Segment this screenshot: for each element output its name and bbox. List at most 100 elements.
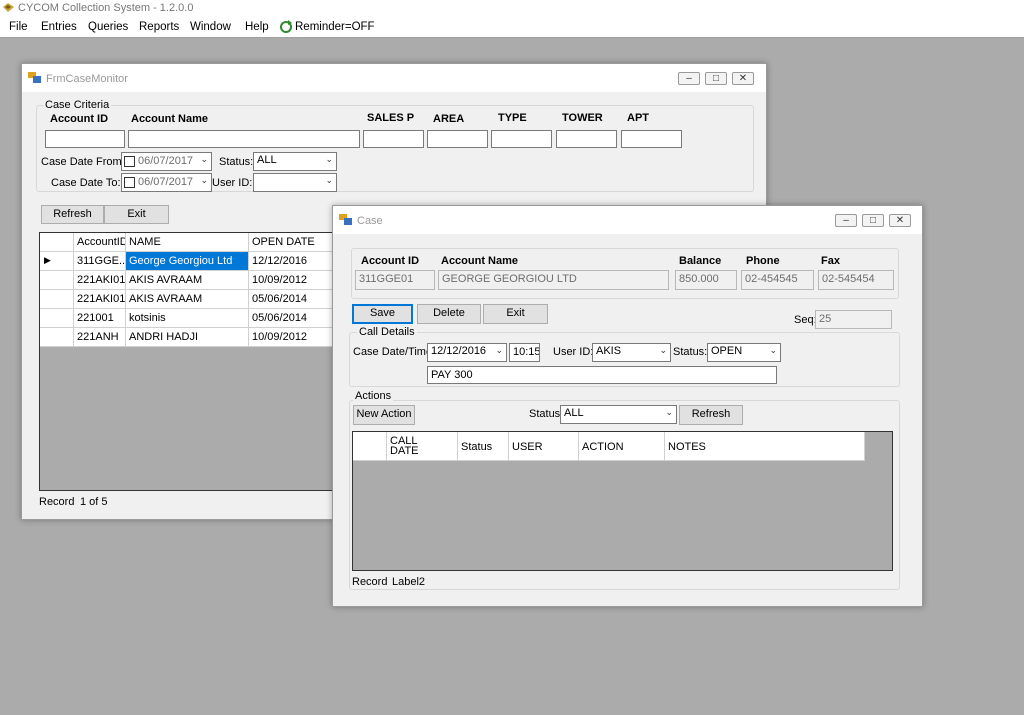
actions-refresh-button[interactable]: Refresh	[679, 405, 743, 425]
menu-queries[interactable]: Queries	[88, 21, 128, 33]
column-header-user[interactable]: USER	[509, 432, 579, 461]
table-cell[interactable]: 221001	[74, 309, 126, 328]
phone-header: Phone	[746, 255, 780, 267]
userid-select[interactable]: ⌄	[253, 173, 337, 192]
menu-window[interactable]: Window	[190, 21, 231, 33]
row-header[interactable]	[40, 271, 74, 290]
account-name-field: GEORGE GEORGIOU LTD	[438, 270, 669, 290]
case-monitor-titlebar[interactable]: FrmCaseMonitor – □ ✕	[22, 64, 766, 92]
restore-button[interactable]: □	[862, 214, 884, 227]
table-cell[interactable]: AKIS AVRAAM	[126, 271, 249, 290]
chevron-down-icon: ⌄	[200, 154, 208, 164]
menu-file[interactable]: File	[9, 21, 28, 33]
close-button[interactable]: ✕	[732, 72, 754, 85]
minimize-button[interactable]: –	[835, 214, 857, 227]
exit-button[interactable]: Exit	[104, 205, 169, 224]
new-action-button[interactable]: New Action	[353, 405, 415, 425]
seq-label: Seq:	[794, 314, 817, 326]
userid-label: User ID:	[553, 346, 594, 358]
userid-select[interactable]: AKIS ⌄	[592, 343, 671, 362]
actions-label: Actions	[353, 390, 394, 402]
note-input[interactable]: PAY 300	[427, 366, 777, 384]
case-window: Case – □ ✕ Account ID Account Name Balan…	[332, 205, 923, 607]
table-cell[interactable]: AKIS AVRAAM	[126, 290, 249, 309]
save-button[interactable]: Save	[352, 304, 413, 324]
case-date-picker[interactable]: 12/12/2016 ⌄	[427, 343, 507, 362]
date-to-checkbox[interactable]	[124, 177, 135, 188]
date-to-picker[interactable]: 06/07/2017 ⌄	[121, 173, 212, 192]
column-header-action[interactable]: ACTION	[579, 432, 665, 461]
table-cell[interactable]: George Georgiou Ltd	[126, 252, 249, 271]
tower-input[interactable]	[556, 130, 617, 148]
actions-grid: CALL DATE Status USER ACTION NOTES	[352, 431, 893, 571]
chevron-down-icon: ⌄	[325, 175, 333, 185]
close-button[interactable]: ✕	[889, 214, 911, 227]
menu-help[interactable]: Help	[245, 21, 269, 33]
close-icon: ✕	[895, 215, 905, 226]
table-cell[interactable]: 221AKI01	[74, 271, 126, 290]
minimize-icon: –	[686, 73, 692, 84]
account-name-input[interactable]	[128, 130, 360, 148]
row-header-selected[interactable]: ▶	[40, 252, 74, 271]
account-id-header: Account ID	[50, 113, 109, 125]
refresh-button[interactable]: Refresh	[41, 205, 104, 224]
userid-value: AKIS	[596, 345, 622, 357]
table-cell[interactable]: 311GGE...	[74, 252, 126, 271]
area-header: AREA	[433, 113, 465, 125]
date-from-checkbox[interactable]	[124, 156, 135, 167]
record-counter: Label2	[392, 576, 426, 588]
status-select[interactable]: ALL ⌄	[253, 152, 337, 171]
grid-corner	[353, 432, 387, 461]
column-header-name[interactable]: NAME	[126, 233, 249, 252]
call-details-label: Call Details	[357, 326, 417, 338]
chevron-down-icon: ⌄	[325, 154, 333, 164]
userid-label: User ID:	[212, 177, 253, 189]
account-name-header: Account Name	[131, 113, 209, 125]
status-label: Status:	[673, 346, 708, 358]
restore-button[interactable]: □	[705, 72, 727, 85]
chevron-down-icon: ⌄	[659, 345, 667, 355]
minimize-button[interactable]: –	[678, 72, 700, 85]
menu-bar: File Entries Queries Reports Window Help…	[0, 17, 1024, 38]
column-header-accountid[interactable]: AccountID	[74, 233, 126, 252]
row-header[interactable]	[40, 290, 74, 309]
sales-person-header: SALES P	[367, 112, 415, 124]
apt-input[interactable]	[621, 130, 682, 148]
restore-icon: □	[869, 215, 877, 226]
actions-status-value: ALL	[564, 407, 584, 419]
table-cell[interactable]: 221ANH	[74, 328, 126, 347]
status-value: OPEN	[711, 345, 743, 357]
table-cell[interactable]: kotsinis	[126, 309, 249, 328]
exit-button[interactable]: Exit	[483, 304, 548, 324]
sales-person-input[interactable]	[363, 130, 424, 148]
date-from-picker[interactable]: 06/07/2017 ⌄	[121, 152, 212, 171]
menu-entries[interactable]: Entries	[41, 21, 77, 33]
tower-header: TOWER	[562, 112, 603, 124]
column-header-status[interactable]: Status	[458, 432, 509, 461]
reminder-refresh-icon	[280, 20, 292, 33]
case-criteria-label: Case Criteria	[43, 99, 112, 111]
chevron-down-icon: ⌄	[495, 345, 503, 355]
account-id-field: 311GGE01	[355, 270, 435, 290]
table-cell[interactable]: ANDRI HADJI	[126, 328, 249, 347]
menu-reports[interactable]: Reports	[139, 21, 179, 33]
app-logo-icon	[3, 3, 14, 12]
case-titlebar[interactable]: Case – □ ✕	[333, 206, 922, 234]
row-header[interactable]	[40, 328, 74, 347]
actions-status-select[interactable]: ALL ⌄	[560, 405, 677, 424]
date-from-value: 06/07/2017	[138, 155, 194, 167]
area-input[interactable]	[427, 130, 488, 148]
case-time-input[interactable]: 10:15	[509, 343, 540, 362]
row-header[interactable]	[40, 309, 74, 328]
form-icon	[28, 72, 41, 83]
type-input[interactable]	[491, 130, 552, 148]
menu-reminder[interactable]: Reminder=OFF	[295, 21, 375, 33]
delete-button[interactable]: Delete	[417, 304, 481, 324]
account-id-input[interactable]	[45, 130, 125, 148]
column-header-call-date[interactable]: CALL DATE	[387, 432, 458, 461]
case-datetime-label: Case Date/Time:	[353, 346, 436, 358]
minimize-icon: –	[843, 215, 849, 226]
table-cell[interactable]: 221AKI01	[74, 290, 126, 309]
column-header-notes[interactable]: NOTES	[665, 432, 865, 461]
status-select[interactable]: OPEN ⌄	[707, 343, 781, 362]
